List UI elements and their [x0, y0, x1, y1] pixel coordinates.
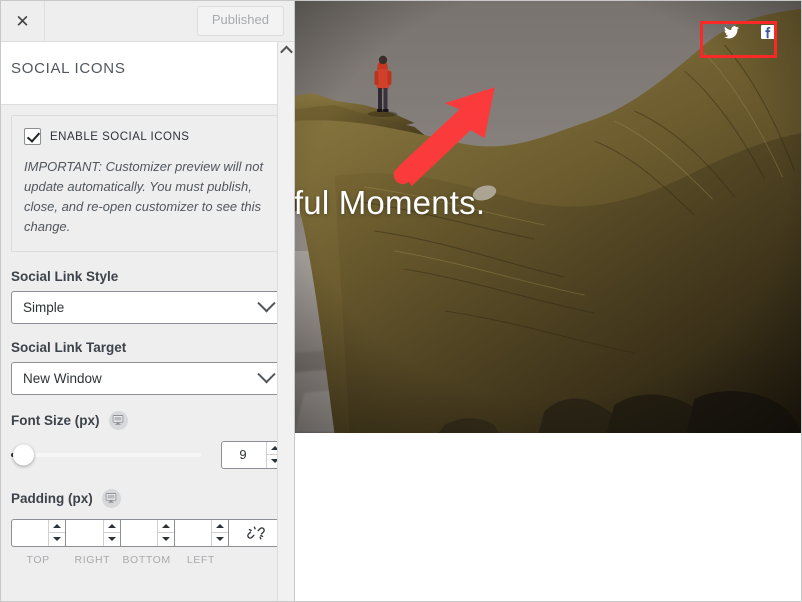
- site-preview[interactable]: tiful Moments.: [295, 1, 801, 601]
- close-icon: ✕: [15, 11, 30, 31]
- enable-social-icons-notice: ENABLE SOCIAL ICONS IMPORTANT: Customize…: [11, 115, 284, 252]
- social-link-target-label: Social Link Target: [11, 339, 127, 355]
- stepper-down-button[interactable]: [212, 533, 228, 546]
- padding-label: Padding (px): [11, 490, 93, 506]
- publish-area: Published: [196, 1, 294, 41]
- triangle-up-icon: [53, 523, 62, 528]
- customizer-sidebar: ✕ Published SOCIAL ICONS ENABLE SOCIAL I…: [1, 1, 295, 601]
- font-size-slider[interactable]: [11, 444, 201, 466]
- padding-right-stepper[interactable]: [102, 519, 120, 546]
- triangle-down-icon: [107, 537, 116, 542]
- social-link-style-value: Simple: [23, 299, 65, 315]
- stepper-down-button[interactable]: [158, 533, 174, 546]
- social-icons-group: [708, 21, 791, 43]
- padding-label-left: LEFT: [186, 553, 215, 566]
- triangle-down-icon: [216, 537, 224, 542]
- stepper-up-button[interactable]: [49, 520, 66, 534]
- padding-left-stepper[interactable]: [211, 519, 228, 546]
- unlink-icon[interactable]: [228, 518, 284, 547]
- sidebar-scrollbar[interactable]: [277, 42, 294, 601]
- social-link-target-select[interactable]: New Window: [11, 361, 284, 395]
- chevron-up-icon: [279, 45, 293, 59]
- enable-social-icons-checkbox[interactable]: [24, 128, 41, 145]
- padding-inputs: [11, 518, 284, 547]
- stepper-up-button[interactable]: [212, 520, 228, 534]
- customizer-window: ✕ Published SOCIAL ICONS ENABLE SOCIAL I…: [0, 0, 802, 602]
- enable-social-icons-label: ENABLE SOCIAL ICONS: [50, 130, 190, 143]
- hero-headline: tiful Moments.: [295, 184, 486, 221]
- stepper-down-button[interactable]: [104, 533, 120, 546]
- padding-left-input[interactable]: [173, 518, 228, 547]
- social-link-style-select[interactable]: Simple: [11, 290, 284, 324]
- padding-bottom-input[interactable]: [119, 518, 174, 547]
- padding-side-labels: TOP RIGHT BOTTOM LEFT: [11, 554, 284, 566]
- hero-section: tiful Moments.: [295, 1, 801, 433]
- triangle-up-icon: [216, 523, 224, 528]
- font-size-slider-row: 9: [11, 440, 284, 469]
- desktop-monitor-icon[interactable]: [101, 488, 121, 508]
- chevron-down-icon: [257, 364, 276, 384]
- customizer-header: ✕ Published: [1, 1, 294, 42]
- font-size-label: Font Size (px): [11, 412, 100, 428]
- triangle-up-icon: [161, 523, 170, 528]
- font-size-number-input[interactable]: 9: [221, 440, 284, 469]
- padding-label-row: Padding (px): [11, 488, 284, 508]
- customizer-controls: ENABLE SOCIAL ICONS IMPORTANT: Customize…: [1, 105, 294, 601]
- font-size-label-row: Font Size (px): [11, 410, 284, 430]
- chevron-down-icon: [257, 293, 276, 313]
- triangle-down-icon: [161, 537, 170, 542]
- font-size-field: Font Size (px) 9: [11, 410, 284, 469]
- padding-field: Padding (px) TOP RIGHT BOTTOM LEFT: [11, 488, 284, 566]
- facebook-icon[interactable]: [761, 25, 775, 39]
- stepper-up-button[interactable]: [157, 520, 174, 534]
- padding-bottom-stepper[interactable]: [156, 519, 174, 546]
- social-link-target-field: Social Link Target New Window: [11, 340, 284, 395]
- padding-label-right: RIGHT: [74, 553, 111, 566]
- font-size-slider-handle[interactable]: [13, 444, 34, 466]
- section-title-bar: SOCIAL ICONS: [1, 42, 294, 105]
- published-button[interactable]: Published: [196, 6, 284, 36]
- font-size-value: 9: [239, 447, 247, 463]
- enable-social-icons-row[interactable]: ENABLE SOCIAL ICONS: [24, 128, 271, 145]
- triangle-up-icon: [107, 523, 116, 528]
- important-notice-text: IMPORTANT: Customizer preview will not u…: [24, 159, 264, 235]
- social-link-style-field: Social Link Style Simple: [11, 269, 284, 324]
- padding-top-stepper[interactable]: [48, 519, 66, 546]
- padding-label-top: TOP: [26, 553, 50, 566]
- triangle-down-icon: [53, 537, 62, 542]
- padding-top-input[interactable]: [11, 518, 66, 547]
- close-customizer-button[interactable]: ✕: [1, 1, 45, 41]
- twitter-icon[interactable]: [724, 25, 739, 39]
- stepper-up-button[interactable]: [103, 520, 120, 534]
- padding-right-input[interactable]: [65, 518, 120, 547]
- social-link-target-value: New Window: [23, 370, 102, 386]
- desktop-monitor-icon[interactable]: [108, 410, 128, 430]
- stepper-down-button[interactable]: [49, 533, 65, 546]
- social-link-style-label: Social Link Style: [11, 268, 119, 284]
- page-title: SOCIAL ICONS: [11, 60, 126, 77]
- padding-label-bottom: BOTTOM: [122, 553, 171, 566]
- scrollbar-up-button[interactable]: [278, 42, 294, 59]
- header-spacer: [45, 1, 197, 41]
